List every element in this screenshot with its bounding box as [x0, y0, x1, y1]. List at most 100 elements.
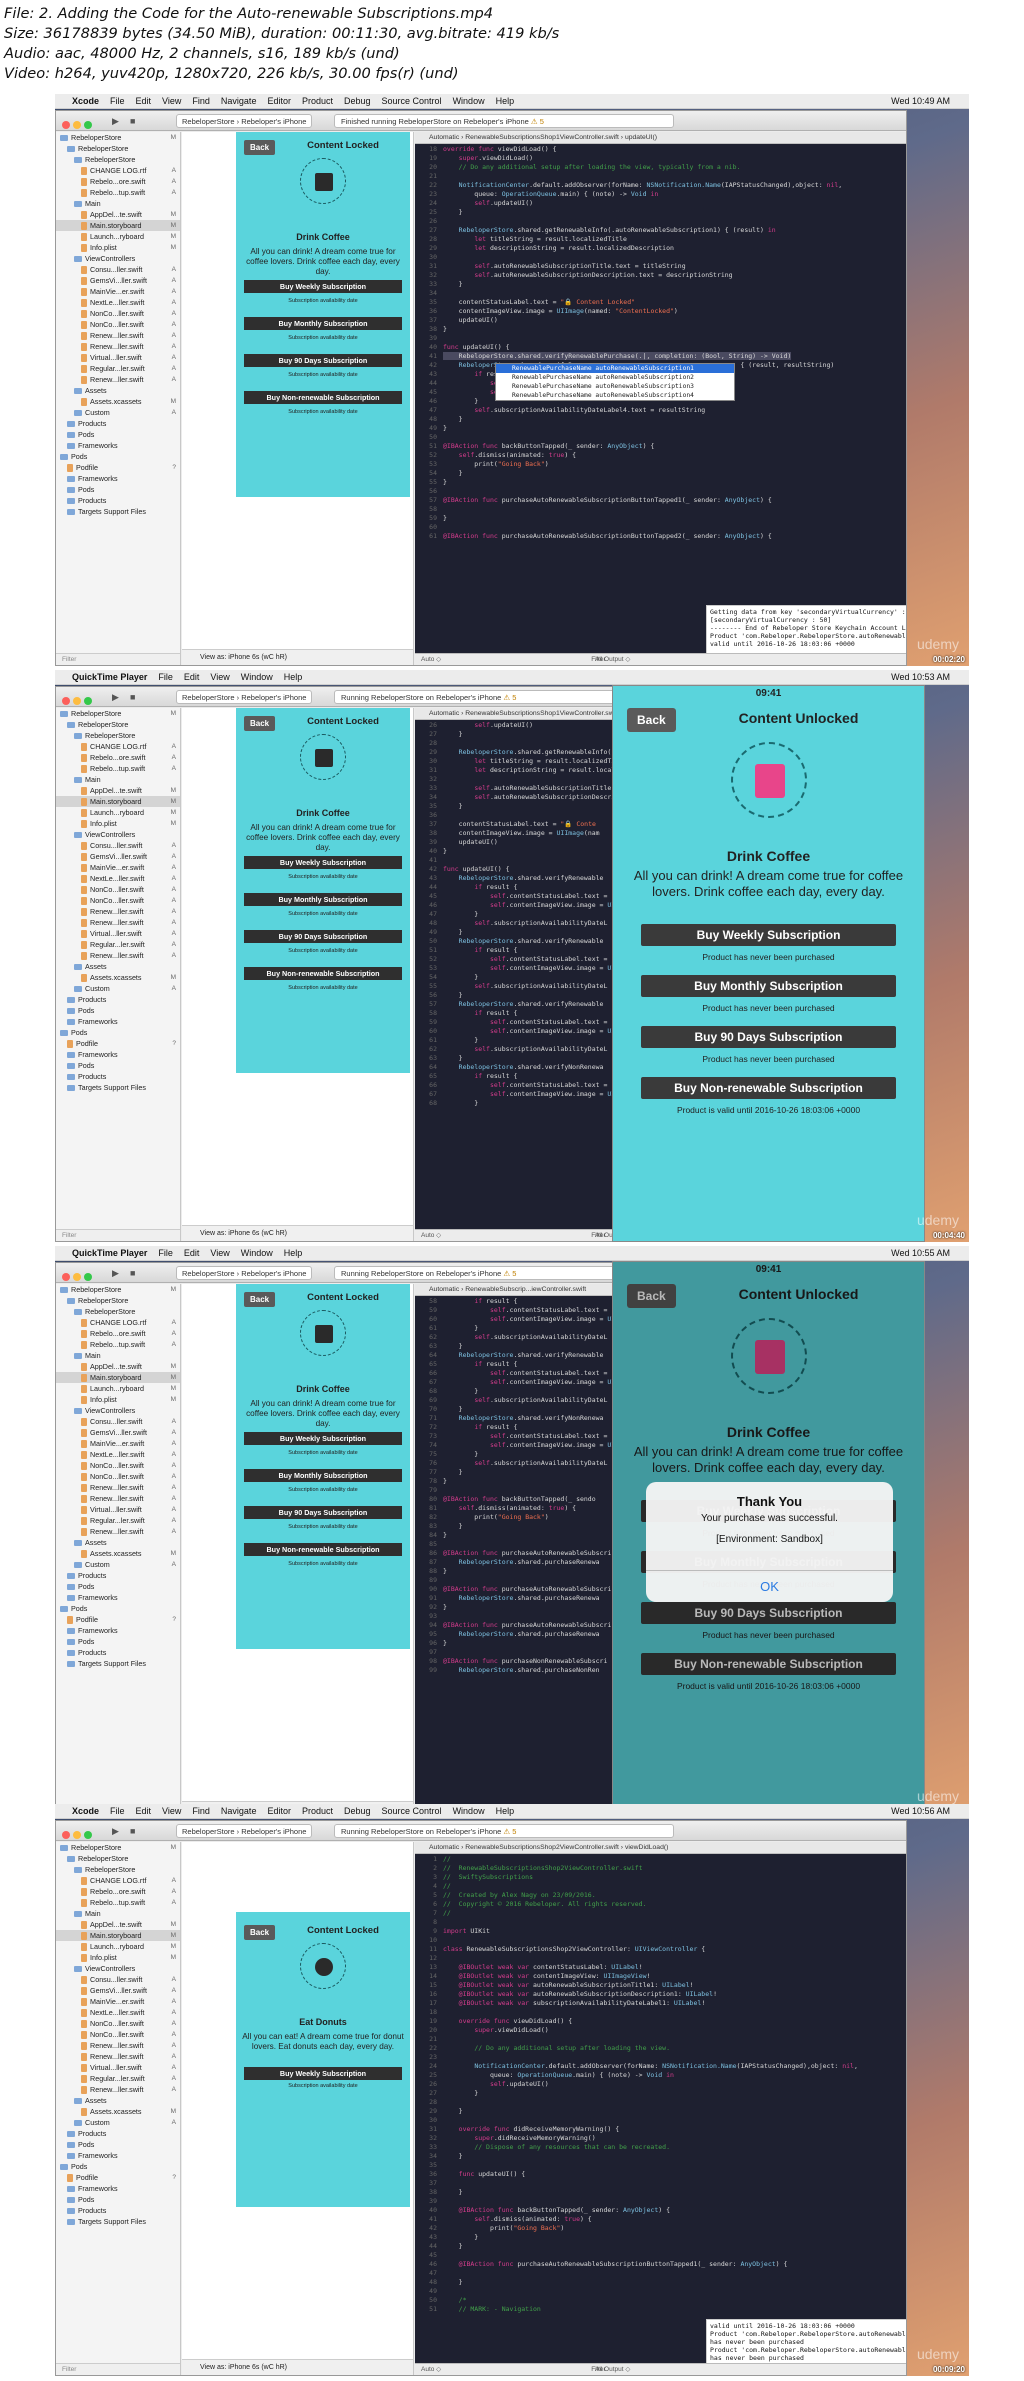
close-icon[interactable] [62, 121, 70, 129]
navigator-item[interactable]: Pods [56, 2139, 180, 2150]
code-line[interactable]: 32 self.autoRenewableSubscriptionDescrip… [415, 271, 906, 280]
code-line[interactable]: 18 override func viewDidLoad() { [415, 145, 906, 154]
navigator-item[interactable]: Frameworks [56, 440, 180, 451]
code-line[interactable]: 19 super.viewDidLoad() [415, 154, 906, 163]
navigator-item[interactable]: Renew...ller.swift A [56, 1482, 180, 1493]
zoom-icon[interactable] [84, 1273, 92, 1281]
navigator-item[interactable]: Main.storyboard M [56, 796, 180, 807]
code-line[interactable]: 24 NotificationCenter.default.addObserve… [415, 2062, 906, 2071]
code-line[interactable]: 44 } [415, 2242, 906, 2251]
navigator-item[interactable]: Consu...ller.swift A [56, 840, 180, 851]
close-icon[interactable] [62, 1273, 70, 1281]
code-line[interactable]: 1// [415, 1855, 906, 1864]
code-line[interactable]: 28 [415, 2098, 906, 2107]
buy-weekly-button[interactable]: Buy Weekly Subscription [244, 2067, 402, 2080]
navigator-item[interactable]: Assets.xcassets M [56, 972, 180, 983]
navigator-item[interactable]: AppDel...te.swift M [56, 785, 180, 796]
navigator-item[interactable]: Consu...ller.swift A [56, 1974, 180, 1985]
navigator-item[interactable]: Renew...ller.swift A [56, 906, 180, 917]
navigator-item[interactable]: Rebelo...tup.swift A [56, 763, 180, 774]
code-line[interactable]: 2// RenewableSubscriptionsShop2ViewContr… [415, 1864, 906, 1873]
navigator-item[interactable]: NonCo...ller.swift A [56, 1471, 180, 1482]
menu-editor[interactable]: Editor [267, 1804, 291, 1819]
menu-view[interactable]: View [210, 670, 229, 685]
navigator-item[interactable]: Pods [56, 1603, 180, 1614]
navigator-item[interactable]: Rebelo...ore.swift A [56, 1886, 180, 1897]
code-line[interactable]: 53 print("Going Back") [415, 460, 906, 469]
minimize-icon[interactable] [73, 1273, 81, 1281]
code-line[interactable]: 30 [415, 253, 906, 262]
autocomplete-item[interactable]: RenewablePurchaseName autoRenewableSubsc… [496, 373, 734, 382]
code-view[interactable]: 18 override func viewDidLoad() {19 super.… [415, 145, 906, 541]
menu-edit[interactable]: Edit [136, 94, 152, 109]
code-line[interactable]: 60 [415, 523, 906, 532]
code-line[interactable]: 28 let titleString = result.localizedTit… [415, 235, 906, 244]
navigator-item[interactable]: Renew...ller.swift A [56, 1493, 180, 1504]
menu-debug[interactable]: Debug [344, 94, 371, 109]
menu-source-control[interactable]: Source Control [382, 94, 442, 109]
code-line[interactable]: 4// [415, 1882, 906, 1891]
navigator-item[interactable]: Renew...ller.swift A [56, 374, 180, 385]
menu-window[interactable]: Window [241, 670, 273, 685]
navigator-item[interactable]: Virtual...ller.swift A [56, 1504, 180, 1515]
navigator-item[interactable]: NonCo...ller.swift A [56, 2018, 180, 2029]
navigator-item[interactable]: Assets [56, 2095, 180, 2106]
navigator-item[interactable]: NextLe...ller.swift A [56, 2007, 180, 2018]
menu-find[interactable]: Find [192, 1804, 210, 1819]
navigator-item[interactable]: ViewControllers [56, 829, 180, 840]
navigator-item[interactable]: Custom A [56, 983, 180, 994]
buy-weekly-button[interactable]: Buy Weekly Subscription [244, 280, 402, 293]
navigator-item[interactable]: NonCo...ller.swift A [56, 2029, 180, 2040]
menu-help[interactable]: Help [284, 1246, 303, 1261]
navigator-item[interactable]: Pods [56, 484, 180, 495]
code-line[interactable]: 25 queue: OperationQueue.main) { (note) … [415, 2071, 906, 2080]
navigator-item[interactable]: Pods [56, 2161, 180, 2172]
navigator-item[interactable]: NextLe...ller.swift A [56, 297, 180, 308]
navigator-item[interactable]: Pods [56, 429, 180, 440]
navigator-filter[interactable]: Filter [56, 1229, 180, 1241]
navigator-item[interactable]: Regular...ler.swift A [56, 363, 180, 374]
navigator-item[interactable]: RebeloperStore [56, 1306, 180, 1317]
code-line[interactable]: 36 contentImageView.image = UIImage(name… [415, 307, 906, 316]
navigator-item[interactable]: Pods [56, 1636, 180, 1647]
navigator-item[interactable]: Assets [56, 961, 180, 972]
navigator-item[interactable]: MainVie...er.swift A [56, 1438, 180, 1449]
menu-quicktime-player[interactable]: QuickTime Player [72, 1246, 147, 1261]
buy-weekly-button[interactable]: Buy Weekly Subscription [244, 856, 402, 869]
code-line[interactable]: 57 @IBAction func purchaseAutoRenewableSu… [415, 496, 906, 505]
run-icon[interactable]: ▶ [112, 116, 122, 126]
code-line[interactable]: 56 [415, 487, 906, 496]
code-line[interactable]: 3// SwiftySubscriptions [415, 1873, 906, 1882]
code-line[interactable]: 30 [415, 2116, 906, 2125]
code-line[interactable]: 15 @IBOutlet weak var autoRenewableSubsc… [415, 1981, 906, 1990]
menu-help[interactable]: Help [496, 94, 515, 109]
autocomplete-item[interactable]: RenewablePurchaseName autoRenewableSubsc… [496, 364, 734, 373]
navigator-item[interactable]: Info.plist M [56, 1952, 180, 1963]
stop-icon[interactable]: ■ [130, 1268, 140, 1278]
navigator-item[interactable]: Renew...ller.swift A [56, 917, 180, 928]
navigator-item[interactable]: Virtual...ller.swift A [56, 2062, 180, 2073]
zoom-icon[interactable] [84, 121, 92, 129]
scheme-selector[interactable]: RebeloperStore › Rebeloper's iPhone [176, 1266, 313, 1280]
code-line[interactable]: 42 print("Going Back") [415, 2224, 906, 2233]
navigator-item[interactable]: RebeloperStore [56, 1853, 180, 1864]
navigator-item[interactable]: Products [56, 2205, 180, 2216]
code-line[interactable]: 36 func updateUI() { [415, 2170, 906, 2179]
buy-nonrenewable-button[interactable]: Buy Non-renewable Subscription [244, 1543, 402, 1556]
code-line[interactable]: 33 // Dispose of any resources that can … [415, 2143, 906, 2152]
menu-view[interactable]: View [162, 1804, 181, 1819]
menu-source-control[interactable]: Source Control [382, 1804, 442, 1819]
code-line[interactable]: 49} [415, 424, 906, 433]
navigator-item[interactable]: NonCo...ller.swift A [56, 308, 180, 319]
navigator-item[interactable]: Renew...ller.swift A [56, 330, 180, 341]
code-line[interactable]: 8 [415, 1918, 906, 1927]
menu-help[interactable]: Help [496, 1804, 515, 1819]
menu-file[interactable]: File [158, 670, 173, 685]
navigator-filter[interactable]: Filter [56, 2363, 180, 2375]
code-line[interactable]: 50 /* [415, 2296, 906, 2305]
navigator-item[interactable]: Pods [56, 451, 180, 462]
menu-file[interactable]: File [110, 1804, 125, 1819]
code-line[interactable]: 26 self.updateUI() [415, 2080, 906, 2089]
navigator-item[interactable]: Rebelo...ore.swift A [56, 176, 180, 187]
navigator-item[interactable]: NextLe...ller.swift A [56, 1449, 180, 1460]
